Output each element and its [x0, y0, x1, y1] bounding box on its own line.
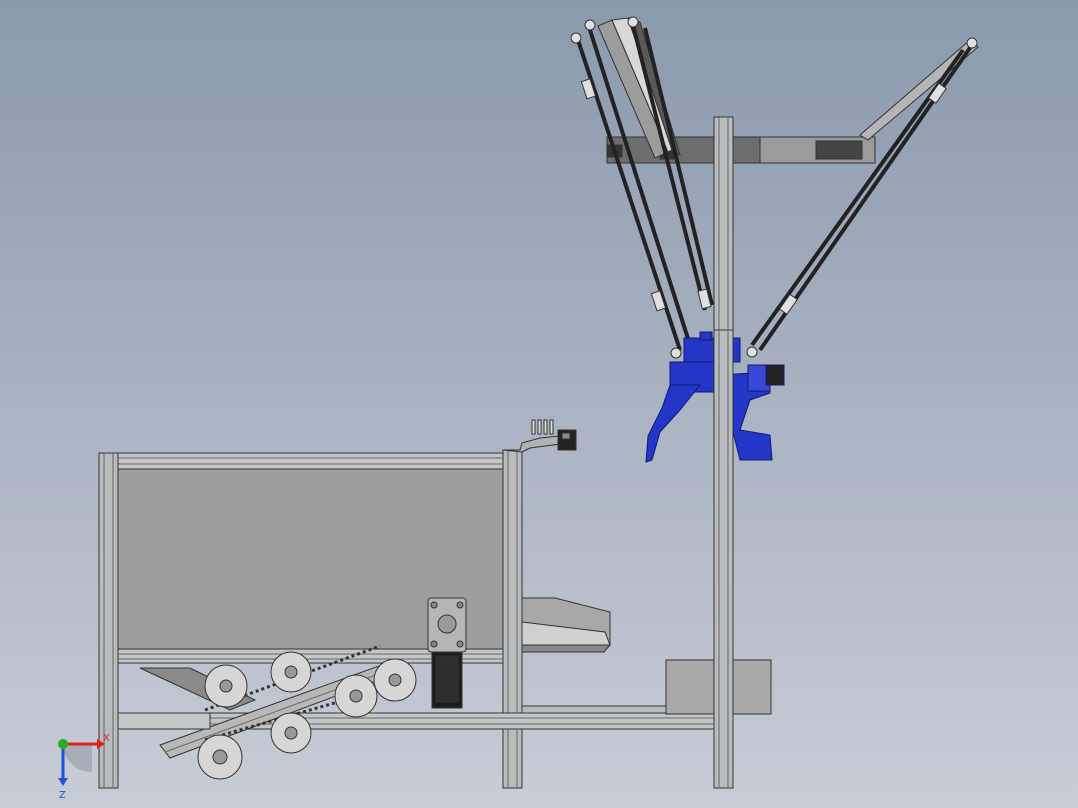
z-axis-label: Z: [59, 790, 66, 801]
tower-post-front: [713, 329, 734, 789]
cad-viewport[interactable]: X Z: [0, 0, 1078, 808]
drive-motor: [427, 597, 467, 709]
viewport-background: [0, 0, 1078, 808]
assembly-drawing: X Z: [0, 0, 1078, 808]
middle-post: [502, 449, 523, 789]
top-rail: [117, 452, 504, 470]
x-axis-label: X: [103, 733, 110, 744]
y-axis-dot: [58, 739, 68, 749]
